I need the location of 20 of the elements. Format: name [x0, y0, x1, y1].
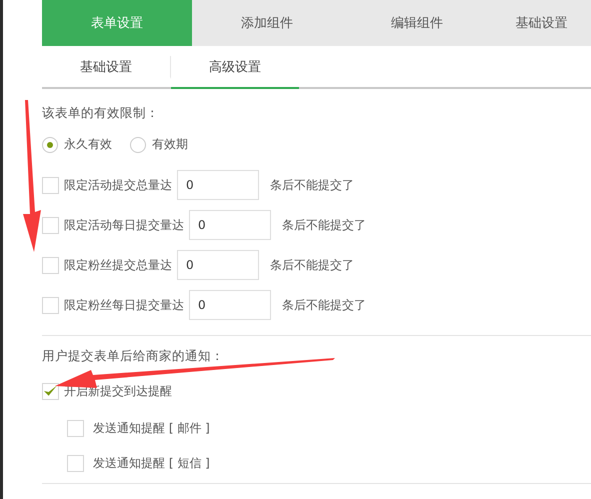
number-field[interactable]: 0 [177, 250, 259, 280]
option-label: 发送通知提醒 [ 短信 ] [93, 455, 210, 472]
suffix-label: 条后不能提交了 [282, 216, 366, 234]
option-label: 限定粉丝每日提交量达 [64, 296, 184, 314]
number-field[interactable]: 0 [189, 290, 271, 320]
number-field[interactable]: 0 [177, 170, 259, 200]
section-title: 用户提交表单后给商家的通知： [42, 348, 225, 365]
subtab[interactable]: 基础设置 [42, 56, 171, 79]
section-title: 该表单的有效限制： [42, 105, 160, 122]
suffix-label: 条后不能提交了 [270, 256, 354, 274]
suffix-label: 条后不能提交了 [270, 176, 354, 194]
option-label: 限定粉丝提交总量达 [64, 256, 172, 274]
subtab[interactable]: 高级设置 [171, 46, 299, 89]
option-label: 限定活动提交总量达 [64, 176, 172, 194]
number-field[interactable]: 0 [189, 210, 271, 240]
radio-label: 有效期 [152, 136, 188, 153]
option-label: 限定活动每日提交量达 [64, 216, 184, 234]
radio-label: 永久有效 [64, 136, 112, 153]
suffix-label: 条后不能提交了 [282, 296, 366, 314]
option-label: 发送通知提醒 [ 邮件 ] [93, 420, 210, 437]
